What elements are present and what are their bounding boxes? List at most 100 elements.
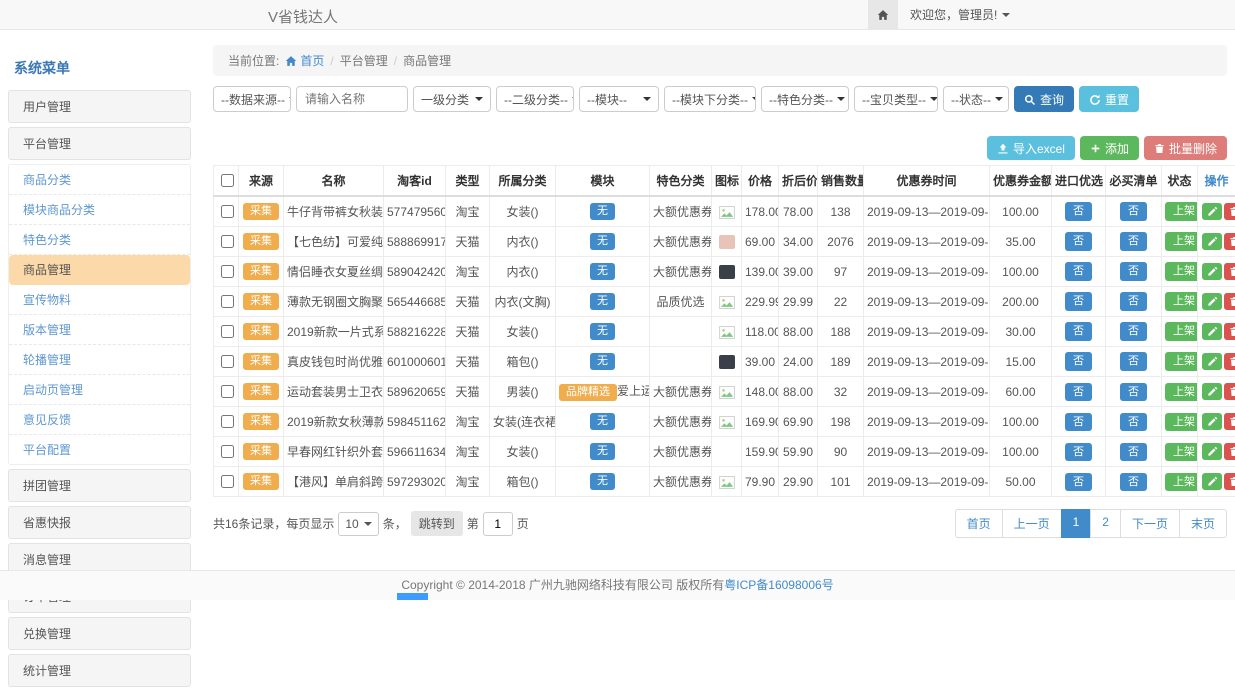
edit-button[interactable]: [1202, 233, 1222, 250]
sidebar-item-promo-material[interactable]: 宣传物料: [9, 285, 190, 315]
must-buy-toggle[interactable]: 否: [1120, 413, 1147, 431]
breadcrumb-home[interactable]: 首页: [285, 52, 324, 69]
import-select-toggle[interactable]: 否: [1065, 352, 1092, 370]
status-toggle[interactable]: 上架: [1165, 202, 1198, 220]
reset-button[interactable]: 重置: [1079, 86, 1139, 112]
row-checkbox[interactable]: [221, 295, 234, 308]
filter-select-module[interactable]: --模块--: [579, 86, 659, 112]
must-buy-toggle[interactable]: 否: [1120, 292, 1147, 310]
filter-input-goods-name[interactable]: [296, 86, 408, 112]
status-toggle[interactable]: 上架: [1165, 443, 1198, 461]
must-buy-toggle[interactable]: 否: [1120, 352, 1147, 370]
sidebar-item-platform-mgmt[interactable]: 平台管理: [8, 127, 191, 160]
must-buy-toggle[interactable]: 否: [1120, 443, 1147, 461]
sidebar-item-saving-express[interactable]: 省惠快报: [8, 506, 191, 539]
edit-button[interactable]: [1202, 413, 1222, 430]
status-toggle[interactable]: 上架: [1165, 322, 1198, 340]
import-select-toggle[interactable]: 否: [1065, 262, 1092, 280]
status-toggle[interactable]: 上架: [1165, 383, 1198, 401]
jump-page-input[interactable]: [483, 512, 513, 536]
row-checkbox[interactable]: [221, 445, 234, 458]
sidebar-item-feature-category[interactable]: 特色分类: [9, 225, 190, 255]
per-page-select[interactable]: 10: [338, 512, 378, 536]
must-buy-toggle[interactable]: 否: [1120, 262, 1147, 280]
sidebar-item-module-goods-category[interactable]: 模块商品分类: [9, 195, 190, 225]
delete-button[interactable]: [1224, 443, 1235, 460]
user-menu[interactable]: 欢迎您，管理员!: [898, 0, 1022, 29]
filter-select-level1-category[interactable]: 一级分类: [413, 86, 491, 112]
edit-button[interactable]: [1202, 293, 1222, 310]
sidebar-item-carousel-mgmt[interactable]: 轮播管理: [9, 345, 190, 375]
sidebar-item-feedback[interactable]: 意见反馈: [9, 405, 190, 435]
sidebar-item-groupbuy-mgmt[interactable]: 拼团管理: [8, 469, 191, 502]
delete-button[interactable]: [1224, 383, 1235, 400]
row-checkbox[interactable]: [221, 355, 234, 368]
row-checkbox[interactable]: [221, 415, 234, 428]
delete-button[interactable]: [1224, 293, 1235, 310]
sidebar-item-goods-mgmt[interactable]: 商品管理: [9, 255, 190, 285]
row-checkbox[interactable]: [221, 265, 234, 278]
delete-button[interactable]: [1224, 233, 1235, 250]
page-2-button[interactable]: 2: [1090, 509, 1121, 538]
filter-select-status[interactable]: --状态--: [943, 86, 1009, 112]
add-button[interactable]: 添加: [1080, 136, 1139, 160]
next-page-button[interactable]: 下一页: [1120, 509, 1180, 538]
delete-button[interactable]: [1224, 473, 1235, 490]
row-checkbox[interactable]: [221, 325, 234, 338]
icp-link[interactable]: 粤ICP备16098006号: [724, 578, 833, 592]
import-excel-button[interactable]: 导入excel: [987, 136, 1075, 160]
select-all-checkbox[interactable]: [221, 174, 234, 187]
last-page-button[interactable]: 末页: [1179, 509, 1227, 538]
status-toggle[interactable]: 上架: [1165, 292, 1198, 310]
filter-select-module-subcategory[interactable]: --模块下分类--: [664, 86, 756, 112]
status-toggle[interactable]: 上架: [1165, 262, 1198, 280]
home-button[interactable]: [868, 0, 898, 29]
row-checkbox[interactable]: [221, 475, 234, 488]
filter-select-item-type[interactable]: --宝贝类型--: [854, 86, 938, 112]
first-page-button[interactable]: 首页: [955, 509, 1003, 538]
sidebar-item-goods-category[interactable]: 商品分类: [9, 165, 190, 195]
import-select-toggle[interactable]: 否: [1065, 292, 1092, 310]
prev-page-button[interactable]: 上一页: [1002, 509, 1062, 538]
edit-button[interactable]: [1202, 443, 1222, 460]
import-select-toggle[interactable]: 否: [1065, 413, 1092, 431]
must-buy-toggle[interactable]: 否: [1120, 383, 1147, 401]
sidebar-item-stats-mgmt[interactable]: 统计管理: [8, 654, 191, 687]
delete-button[interactable]: [1224, 413, 1235, 430]
edit-button[interactable]: [1202, 473, 1222, 490]
edit-button[interactable]: [1202, 203, 1222, 220]
import-select-toggle[interactable]: 否: [1065, 202, 1092, 220]
edit-button[interactable]: [1202, 383, 1222, 400]
search-button[interactable]: 查询: [1014, 86, 1074, 112]
import-select-toggle[interactable]: 否: [1065, 473, 1092, 491]
row-checkbox[interactable]: [221, 385, 234, 398]
delete-button[interactable]: [1224, 353, 1235, 370]
must-buy-toggle[interactable]: 否: [1120, 322, 1147, 340]
filter-select-level2-category[interactable]: --二级分类--: [496, 86, 574, 112]
delete-button[interactable]: [1224, 323, 1235, 340]
delete-button[interactable]: [1224, 203, 1235, 220]
status-toggle[interactable]: 上架: [1165, 232, 1198, 250]
must-buy-toggle[interactable]: 否: [1120, 473, 1147, 491]
status-toggle[interactable]: 上架: [1165, 352, 1198, 370]
import-select-toggle[interactable]: 否: [1065, 232, 1092, 250]
import-select-toggle[interactable]: 否: [1065, 383, 1092, 401]
status-toggle[interactable]: 上架: [1165, 473, 1198, 491]
filter-select-feature-category[interactable]: --特色分类--: [761, 86, 849, 112]
status-toggle[interactable]: 上架: [1165, 413, 1198, 431]
must-buy-toggle[interactable]: 否: [1120, 232, 1147, 250]
filter-select-data-source[interactable]: --数据来源--: [213, 86, 291, 112]
sidebar-item-version-mgmt[interactable]: 版本管理: [9, 315, 190, 345]
edit-button[interactable]: [1202, 323, 1222, 340]
import-select-toggle[interactable]: 否: [1065, 443, 1092, 461]
sidebar-item-exchange-mgmt[interactable]: 兑换管理: [8, 617, 191, 650]
page-1-button[interactable]: 1: [1061, 509, 1092, 538]
row-checkbox[interactable]: [221, 205, 234, 218]
delete-button[interactable]: [1224, 263, 1235, 280]
sidebar-item-splash-page-mgmt[interactable]: 启动页管理: [9, 375, 190, 405]
batch-delete-button[interactable]: 批量删除: [1144, 136, 1227, 160]
edit-button[interactable]: [1202, 263, 1222, 280]
jump-button[interactable]: 跳转到: [411, 511, 463, 536]
sidebar-item-user-mgmt[interactable]: 用户管理: [8, 90, 191, 123]
row-checkbox[interactable]: [221, 235, 234, 248]
